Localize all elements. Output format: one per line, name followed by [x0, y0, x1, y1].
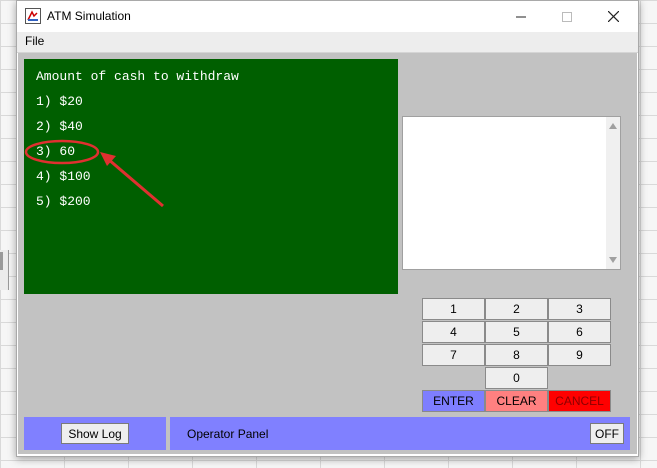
minimize-button[interactable]: [498, 1, 544, 32]
close-icon: [607, 11, 619, 22]
log-panel: Show Log: [24, 417, 166, 450]
menu-bar: File: [17, 32, 638, 53]
key-5[interactable]: 5: [485, 321, 548, 343]
key-8[interactable]: 8: [485, 344, 548, 366]
scroll-down-arrow-icon[interactable]: [609, 257, 617, 263]
key-3[interactable]: 3: [548, 298, 611, 320]
off-button[interactable]: OFF: [590, 423, 624, 444]
key-4[interactable]: 4: [422, 321, 485, 343]
annotation-arrow-line: [107, 157, 164, 208]
scroll-up-arrow-icon[interactable]: [609, 123, 617, 129]
window-title: ATM Simulation: [47, 9, 131, 23]
atm-display: Amount of cash to withdraw 1) $20 2) $40…: [24, 59, 398, 294]
minimize-icon: [516, 16, 526, 17]
annotation-circle: [24, 139, 100, 165]
java-app-icon: [25, 8, 41, 24]
key-1[interactable]: 1: [422, 298, 485, 320]
receipt-log-area[interactable]: [402, 116, 621, 270]
atm-panel: Amount of cash to withdraw 1) $20 2) $40…: [18, 53, 637, 454]
enter-button[interactable]: ENTER: [422, 390, 485, 412]
cancel-button[interactable]: CANCEL: [548, 390, 611, 412]
key-9[interactable]: 9: [548, 344, 611, 366]
operator-panel-label: Operator Panel: [187, 427, 269, 441]
key-2[interactable]: 2: [485, 298, 548, 320]
key-6[interactable]: 6: [548, 321, 611, 343]
close-button[interactable]: [590, 1, 636, 32]
receipt-scrollbar[interactable]: [606, 117, 620, 269]
atm-window: ATM Simulation File Amount of cash to wi…: [16, 0, 639, 457]
key-7[interactable]: 7: [422, 344, 485, 366]
annotation-overlay: [24, 139, 164, 208]
maximize-button[interactable]: [544, 1, 590, 32]
show-log-button[interactable]: Show Log: [61, 423, 129, 444]
key-0[interactable]: 0: [485, 367, 548, 389]
clear-button[interactable]: CLEAR: [485, 390, 548, 412]
maximize-icon: [562, 11, 572, 22]
menu-file[interactable]: File: [25, 34, 44, 48]
background-window-edge: [0, 250, 9, 290]
operator-panel: Operator Panel OFF: [170, 417, 630, 450]
title-bar[interactable]: ATM Simulation: [17, 1, 638, 32]
